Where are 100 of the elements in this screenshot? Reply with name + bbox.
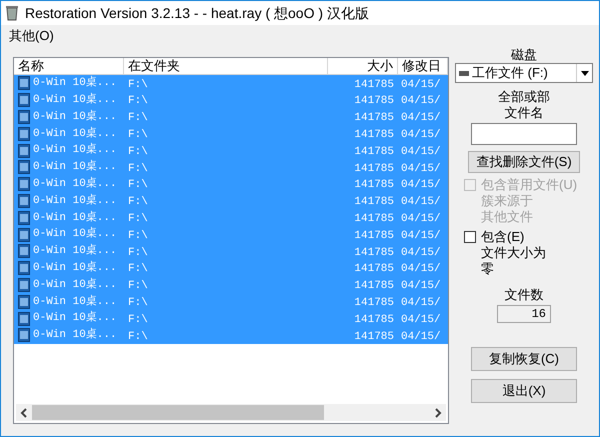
file-icon xyxy=(18,76,30,90)
window-title: Restoration Version 3.2.13 - - heat.ray ( 想ooO ) 汉化版 xyxy=(25,4,369,23)
table-cell: 141785 xyxy=(354,196,394,208)
file-row[interactable]: 0-Win 10桌... F:\ 141785 04/15/ xyxy=(14,158,448,176)
table-cell: 04/15/ xyxy=(401,95,441,108)
table-cell: 04/15/ xyxy=(401,112,441,124)
file-row[interactable]: 0-Win 10桌... F:\ 141785 04/15/ xyxy=(14,176,448,193)
table-cell-text: 0-Win 10桌... xyxy=(33,75,117,92)
table-cell: 04/15/ xyxy=(401,230,441,242)
table-cell: 04/15/ xyxy=(401,263,441,276)
find-deleted-button[interactable]: 查找删除文件(S) xyxy=(468,151,580,173)
table-cell: 141785 xyxy=(354,95,394,108)
table-cell: 141785 xyxy=(354,129,394,142)
table-cell: F:\ xyxy=(128,314,148,326)
table-cell: 141785 xyxy=(354,213,394,226)
table-cell: 04/15/ xyxy=(401,78,441,91)
file-row[interactable]: 0-Win 10桌... F:\ 141785 04/15/ xyxy=(14,326,448,344)
file-icon xyxy=(18,312,30,326)
file-row[interactable]: 0-Win 10桌... F:\ 141785 04/15/ xyxy=(14,276,448,294)
table-cell: 141785 xyxy=(354,314,394,326)
table-cell: 04/15/ xyxy=(401,330,441,343)
file-row[interactable]: 0-Win 10桌... F:\ 141785 04/15/ xyxy=(14,226,448,243)
file-row[interactable]: 0-Win 10桌... F:\ 141785 04/15/ xyxy=(14,242,448,260)
file-icon xyxy=(18,194,30,208)
checkbox-label[interactable]: 包含(E) xyxy=(481,229,524,245)
recycle-bin-icon xyxy=(5,5,19,21)
horizontal-scrollbar[interactable] xyxy=(16,404,446,421)
file-row[interactable]: 0-Win 10桌... F:\ 141785 04/15/ xyxy=(14,108,448,126)
table-cell: F:\ xyxy=(128,330,148,343)
table-cell-text: 0-Win 10桌... xyxy=(33,260,117,276)
table-cell-text: 0-Win 10桌... xyxy=(33,276,117,293)
table-cell: 04/15/ xyxy=(401,297,441,310)
table-cell: 141785 xyxy=(354,297,394,310)
table-cell: 04/15/ xyxy=(401,129,441,142)
file-icon xyxy=(18,294,30,309)
table-cell: 04/15/ xyxy=(401,213,441,226)
table-cell: 141785 xyxy=(354,280,394,292)
table-cell: 04/15/ xyxy=(401,314,441,326)
table-cell-text: 0-Win 10桌... xyxy=(33,327,117,344)
file-row[interactable]: 0-Win 10桌... F:\ 141785 04/15/ xyxy=(14,260,448,277)
table-cell: 141785 xyxy=(354,246,394,259)
table-cell: 141785 xyxy=(354,330,394,343)
restore-button[interactable]: 复制恢复(C) xyxy=(471,347,577,371)
drive-dropdown[interactable]: 工作文件 (F:) xyxy=(455,63,593,83)
table-cell-text: 0-Win 10桌... xyxy=(33,294,117,310)
drive-icon xyxy=(459,70,469,76)
file-icon xyxy=(18,160,30,174)
file-row[interactable]: 0-Win 10桌... F:\ 141785 04/15/ xyxy=(14,142,448,159)
file-icon xyxy=(18,210,30,225)
table-cell: F:\ xyxy=(128,78,148,91)
filename-input[interactable] xyxy=(471,123,577,145)
table-cell: 141785 xyxy=(354,78,394,91)
file-count-field: 16 xyxy=(497,305,551,323)
table-cell-text: 0-Win 10桌... xyxy=(33,176,117,192)
table-cell: F:\ xyxy=(128,230,148,242)
table-cell-text: 0-Win 10桌... xyxy=(33,243,117,260)
table-cell: 04/15/ xyxy=(401,162,441,175)
file-row[interactable]: 0-Win 10桌... F:\ 141785 04/15/ xyxy=(14,92,448,109)
file-row[interactable]: 0-Win 10桌... F:\ 141785 04/15/ xyxy=(14,293,448,310)
option-note: 文件大小为零 xyxy=(481,245,546,277)
count-label: 文件数 xyxy=(504,287,544,303)
file-icon xyxy=(18,177,30,192)
table-cell: 04/15/ xyxy=(401,146,441,158)
table-cell-text: 0-Win 10桌... xyxy=(33,159,117,176)
file-icon xyxy=(18,328,30,342)
table-cell: F:\ xyxy=(128,112,148,124)
file-icon xyxy=(18,144,30,158)
table-cell-text: 0-Win 10桌... xyxy=(33,108,117,125)
table-cell: F:\ xyxy=(128,280,148,292)
table-cell-text: 0-Win 10桌... xyxy=(33,92,117,108)
file-icon xyxy=(18,110,30,124)
file-row[interactable]: 0-Win 10桌... F:\ 141785 04/15/ xyxy=(14,192,448,210)
dropdown-arrow-icon[interactable] xyxy=(576,64,592,82)
file-row[interactable]: 0-Win 10桌... F:\ 141785 04/15/ xyxy=(14,125,448,142)
file-row[interactable]: 0-Win 10桌... F:\ 141785 04/15/ xyxy=(14,75,448,92)
file-icon xyxy=(18,261,30,276)
table-cell: F:\ xyxy=(128,213,148,226)
checkbox[interactable] xyxy=(464,231,476,243)
table-cell: 141785 xyxy=(354,162,394,175)
table-cell: F:\ xyxy=(128,263,148,276)
file-icon xyxy=(18,93,30,108)
menu-item[interactable]: 其他(O) xyxy=(7,26,56,46)
scroll-right-icon[interactable] xyxy=(434,408,442,418)
table-cell: 141785 xyxy=(354,112,394,124)
table-cell: 141785 xyxy=(354,146,394,158)
table-cell-text: 0-Win 10桌... xyxy=(33,210,117,226)
exit-button[interactable]: 退出(X) xyxy=(471,379,577,403)
option-note: 簇来源于其他文件 xyxy=(481,193,533,225)
file-row[interactable]: 0-Win 10桌... F:\ 141785 04/15/ xyxy=(14,209,448,226)
file-icon xyxy=(18,228,30,242)
scrollbar-thumb[interactable] xyxy=(32,405,324,420)
table-cell: F:\ xyxy=(128,162,148,175)
file-row[interactable]: 0-Win 10桌... F:\ 141785 04/15/ xyxy=(14,310,448,327)
file-icon xyxy=(18,126,30,141)
scroll-left-icon[interactable] xyxy=(20,408,28,418)
table-cell: F:\ xyxy=(128,179,148,192)
drive-label: 磁盘 xyxy=(511,47,537,63)
filename-label: 全部或部文件名 xyxy=(498,89,550,121)
table-cell: F:\ xyxy=(128,146,148,158)
table-cell: 141785 xyxy=(354,263,394,276)
